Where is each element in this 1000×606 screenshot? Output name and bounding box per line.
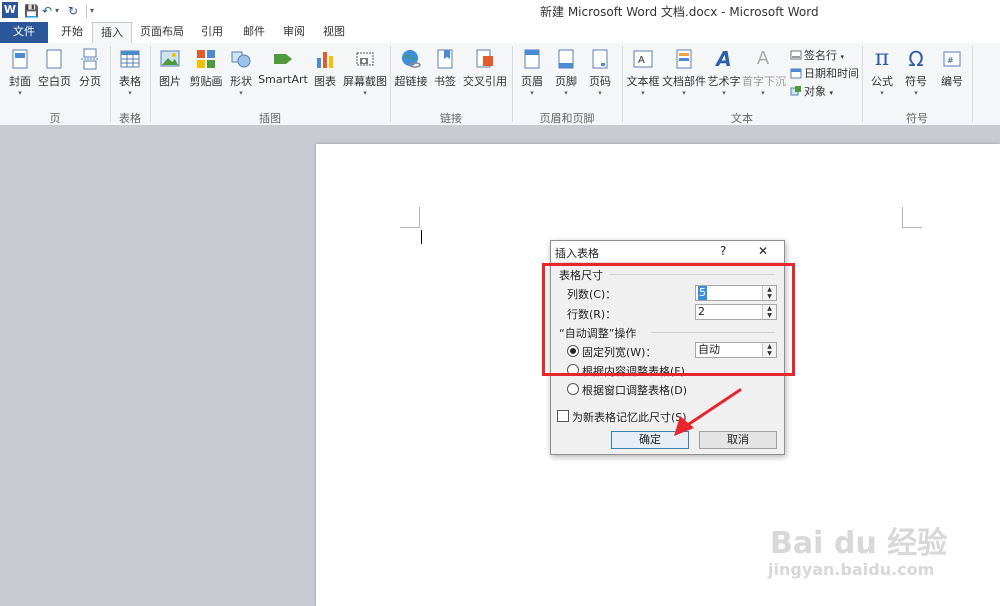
footer-button[interactable]: 页脚 ▾ <box>552 48 580 97</box>
signature-line-button[interactable]: 签名行 ▾ <box>790 47 844 63</box>
cross-reference-button[interactable]: 交叉引用 <box>462 48 508 89</box>
picture-icon <box>160 50 180 67</box>
shapes-icon <box>231 51 251 68</box>
group-label-text: 文本 <box>731 112 753 125</box>
group-label-illustrations: 插图 <box>259 112 281 125</box>
group-label-pages: 页 <box>49 112 61 125</box>
title-bar: W 💾 ↶ ▾ ↻ ▾ 新建 Microsoft Word 文档.docx - … <box>0 0 1000 22</box>
calendar-icon <box>790 68 802 79</box>
word-logo-icon: W <box>2 2 18 18</box>
tab-insert[interactable]: 插入 <box>92 22 132 45</box>
smartart-icon <box>274 54 292 64</box>
textbox-button[interactable]: A 文本框 ▾ <box>626 48 660 97</box>
hyperlink-globe-icon <box>402 50 421 68</box>
symbol-button[interactable]: Ω 符号 ▾ <box>902 48 930 97</box>
textbox-icon: A <box>633 50 653 68</box>
customize-qat-icon[interactable]: ▾ <box>90 3 94 19</box>
omega-icon: Ω <box>908 47 924 71</box>
undo-dropdown-icon[interactable]: ▾ <box>55 3 59 19</box>
smartart-button[interactable]: SmartArt <box>258 48 308 86</box>
tab-file[interactable]: 文件 <box>0 22 48 43</box>
clipart-button[interactable]: 剪贴画 <box>188 48 224 89</box>
hyperlink-button[interactable]: 超链接 <box>394 48 428 89</box>
wordart-button[interactable]: A 艺术字 ▾ <box>706 48 742 97</box>
clipart-icon <box>197 50 215 68</box>
watermark-url: jingyan.baidu.com <box>768 560 935 579</box>
undo-icon[interactable]: ↶ <box>42 3 52 19</box>
margin-corner-top-left <box>400 207 420 228</box>
group-label-header-footer: 页眉和页脚 <box>539 112 595 125</box>
pi-icon: π <box>874 46 890 71</box>
object-icon <box>790 86 801 96</box>
close-icon[interactable]: ✕ <box>758 244 768 258</box>
dialog-title-bar[interactable]: 插入表格 ? ✕ <box>551 241 784 263</box>
page-number-button[interactable]: 页码 ▾ <box>586 48 614 97</box>
group-label-links: 链接 <box>440 112 462 125</box>
quick-parts-button[interactable]: 文档部件 ▾ <box>662 48 706 97</box>
tab-mailings[interactable]: 邮件 <box>234 22 274 43</box>
bookmark-button[interactable]: 书签 <box>432 48 458 89</box>
blank-page-button[interactable]: 空白页 <box>38 48 71 89</box>
watermark-brand: Bai du 经验 <box>770 526 948 561</box>
svg-text:#: # <box>947 56 954 65</box>
blank-page-icon <box>46 49 62 69</box>
remember-size-checkbox[interactable] <box>557 410 569 422</box>
autofit-window-radio[interactable] <box>567 383 579 395</box>
chart-button[interactable]: 图表 <box>312 48 338 89</box>
help-icon[interactable]: ? <box>720 244 726 258</box>
quick-parts-icon <box>676 49 692 69</box>
tab-page-layout[interactable]: 页面布局 <box>134 22 190 43</box>
tab-home[interactable]: 开始 <box>52 22 92 43</box>
header-button[interactable]: 页眉 ▾ <box>518 48 546 97</box>
group-separator <box>972 46 973 122</box>
shapes-button[interactable]: 形状 ▾ <box>228 48 254 97</box>
annotation-arrow-icon <box>674 388 742 436</box>
screenshot-icon <box>356 52 374 66</box>
bookmark-icon <box>437 49 453 69</box>
footer-icon <box>558 49 574 69</box>
tab-review[interactable]: 审阅 <box>274 22 314 43</box>
tab-view[interactable]: 视图 <box>314 22 354 43</box>
save-icon[interactable]: 💾 <box>24 3 39 19</box>
table-icon <box>120 50 140 68</box>
object-button[interactable]: 对象 ▾ <box>790 83 833 99</box>
equation-button[interactable]: π 公式 ▾ <box>868 46 896 98</box>
dropcap-icon: A <box>756 48 770 69</box>
screenshot-button[interactable]: 屏幕截图 ▾ <box>342 48 388 97</box>
numbering-button[interactable]: # 编号 <box>938 48 966 89</box>
page-break-button[interactable]: 分页 <box>76 48 104 89</box>
picture-button[interactable]: 图片 <box>156 48 184 89</box>
table-button[interactable]: 表格 ▾ <box>116 48 144 97</box>
ribbon-tabs: 文件 开始 插入 页面布局 引用 邮件 审阅 视图 <box>0 22 1000 45</box>
datetime-button[interactable]: 日期和时间 <box>790 65 859 81</box>
group-label-symbols: 符号 <box>906 112 928 125</box>
svg-text:A: A <box>638 55 645 66</box>
ribbon-insert: 封面 ▾ 空白页 分页 页 表格 ▾ 表格 图片 剪贴画 形状 ▾ SmartArt … <box>0 43 1000 126</box>
dialog-title: 插入表格 <box>555 247 599 260</box>
wordart-icon: A <box>716 47 732 71</box>
numbering-icon: # <box>943 51 961 67</box>
chart-icon <box>317 52 333 68</box>
text-cursor <box>421 230 422 244</box>
page-number-icon <box>592 49 608 69</box>
cross-reference-icon <box>476 49 493 68</box>
page-break-icon <box>81 48 99 70</box>
cover-page-button[interactable]: 封面 ▾ <box>6 48 34 97</box>
cover-page-icon <box>12 49 28 69</box>
highlight-box <box>542 263 795 376</box>
margin-corner-top-right <box>902 207 922 228</box>
redo-icon[interactable]: ↻ <box>68 3 78 19</box>
tab-references[interactable]: 引用 <box>192 22 232 43</box>
group-label-tables: 表格 <box>119 112 141 125</box>
dropcap-button[interactable]: A 首字下沉 ▾ <box>742 48 786 97</box>
signature-line-icon <box>790 50 802 60</box>
qat-separator <box>86 4 87 18</box>
header-icon <box>524 49 540 69</box>
window-title: 新建 Microsoft Word 文档.docx - Microsoft Wo… <box>540 5 819 19</box>
